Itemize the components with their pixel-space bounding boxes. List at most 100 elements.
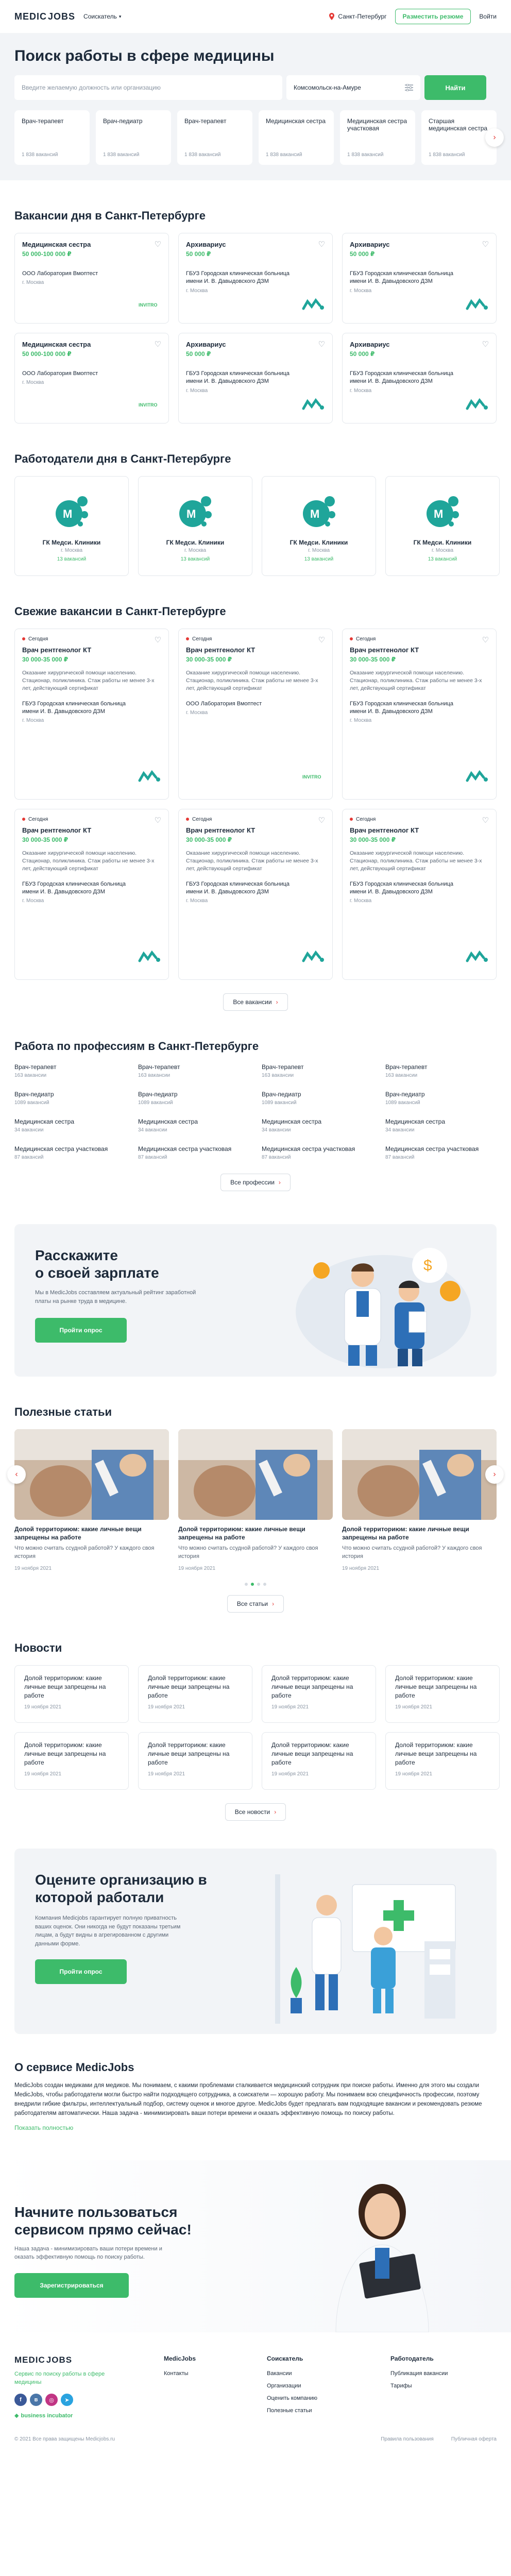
all-vacancies-button[interactable]: Все вакансии › [223, 993, 288, 1011]
carousel-dot[interactable] [245, 1583, 248, 1586]
location-input[interactable]: Комсомольск-на-Амуре [286, 75, 420, 100]
news-card[interactable]: Долой территориюм: какие личные вещи зап… [138, 1732, 252, 1790]
vacancy-card[interactable]: Архивариус 50 000 ₽ ГБУЗ Городская клиниче… [342, 333, 497, 423]
vacancy-card[interactable]: Архивариус 50 000 ₽ ГБУЗ Городская клиниче… [178, 233, 333, 324]
footer-link-rate[interactable]: Оценить компанию [267, 2395, 370, 2401]
vacancy-card[interactable]: Сегодня Врач рентгенолог КТ 30 000-35 000 … [342, 809, 497, 980]
profession-link[interactable]: Врач-терапевт 163 вакансии [138, 1063, 252, 1078]
carousel-dot[interactable] [251, 1583, 254, 1586]
take-survey-button[interactable]: Пройти опрос [35, 1318, 127, 1343]
all-professions-button[interactable]: Все профессии › [220, 1174, 291, 1191]
login-link[interactable]: Войти [479, 13, 497, 20]
news-card[interactable]: Долой территориюм: какие личные вещи зап… [262, 1732, 376, 1790]
article-card[interactable]: Долой территориюм: какие личные вещи зап… [342, 1429, 497, 1571]
carousel-next-button[interactable]: › [485, 1465, 504, 1484]
news-card[interactable]: Долой территориюм: какие личные вещи зап… [138, 1665, 252, 1723]
show-more-link[interactable]: Показать полностью [14, 2124, 73, 2131]
vacancy-card[interactable]: Сегодня Врач рентгенолог КТ 30 000-35 000 … [178, 809, 333, 980]
vk-icon[interactable]: в [30, 2394, 42, 2406]
news-card[interactable]: Долой территориюм: какие личные вещи зап… [14, 1665, 129, 1723]
heart-icon[interactable]: ♡ [318, 635, 325, 645]
footer-link-articles[interactable]: Полезные статьи [267, 2408, 370, 2414]
heart-icon[interactable]: ♡ [482, 340, 489, 349]
profession-link[interactable]: Врач-педиатр 1089 вакансий [262, 1091, 376, 1106]
employer-vacancy-count[interactable]: 13 вакансий [139, 556, 252, 562]
article-card[interactable]: Долой территориюм: какие личные вещи зап… [178, 1429, 333, 1571]
footer-link-vacancies[interactable]: Вакансии [267, 2370, 370, 2377]
news-card[interactable]: Долой территориюм: какие личные вещи зап… [262, 1665, 376, 1723]
profession-link[interactable]: Медицинская сестра участковая 87 вакансий [138, 1145, 252, 1160]
vacancy-card[interactable]: Сегодня Врач рентгенолог КТ 30 000-35 000 … [342, 629, 497, 800]
profession-link[interactable]: Медицинская сестра 34 вакансии [14, 1118, 129, 1133]
category-card[interactable]: Врач-терапевт 1 838 вакансий [14, 110, 90, 165]
news-card[interactable]: Долой территориюм: какие личные вещи зап… [385, 1732, 500, 1790]
vacancy-card[interactable]: Медицинская сестра 50 000-100 000 ₽ ООО Ла… [14, 333, 169, 423]
logo[interactable]: MEDIC JOBS [14, 11, 75, 22]
employer-card[interactable]: M ГК Медси. Клиники г. Москва 13 вакансий [14, 476, 129, 576]
employer-card[interactable]: M ГК Медси. Клиники г. Москва 13 вакансий [138, 476, 252, 576]
employer-vacancy-count[interactable]: 13 вакансий [15, 556, 128, 562]
heart-icon[interactable]: ♡ [155, 816, 161, 825]
heart-icon[interactable]: ♡ [482, 240, 489, 249]
profession-link[interactable]: Врач-педиатр 1089 вакансий [14, 1091, 129, 1106]
heart-icon[interactable]: ♡ [482, 816, 489, 825]
heart-icon[interactable]: ♡ [155, 340, 161, 349]
profession-link[interactable]: Медицинская сестра участковая 87 вакансий [262, 1145, 376, 1160]
telegram-icon[interactable]: ➤ [61, 2394, 73, 2406]
footer-link-pricing[interactable]: Тарифы [390, 2383, 483, 2389]
vacancy-card[interactable]: Архивариус 50 000 ₽ ГБУЗ Городская клиниче… [178, 333, 333, 423]
profession-link[interactable]: Врач-терапевт 163 вакансии [262, 1063, 376, 1078]
offer-link[interactable]: Публичная оферта [451, 2436, 497, 2442]
profession-link[interactable]: Врач-педиатр 1089 вакансий [385, 1091, 500, 1106]
profession-link[interactable]: Медицинская сестра 34 вакансии [385, 1118, 500, 1133]
employer-vacancy-count[interactable]: 13 вакансий [386, 556, 499, 562]
carousel-next-button[interactable]: › [485, 128, 504, 147]
terms-link[interactable]: Правила пользования [381, 2436, 434, 2442]
category-card[interactable]: Врач-педиатр 1 838 вакансий [96, 110, 171, 165]
footer-link-post-vacancy[interactable]: Публикация вакансии [390, 2370, 483, 2377]
carousel-dot[interactable] [263, 1583, 266, 1586]
carousel-dot[interactable] [257, 1583, 260, 1586]
take-survey-button[interactable]: Пройти опрос [35, 1959, 127, 1985]
find-button[interactable]: Найти [424, 75, 486, 100]
carousel-prev-button[interactable]: ‹ [7, 1465, 26, 1484]
vacancy-card[interactable]: Медицинская сестра 50 000-100 000 ₽ ООО Ла… [14, 233, 169, 324]
search-input[interactable]: Введите желаемую должность или организац… [14, 75, 282, 100]
profession-link[interactable]: Медицинская сестра 34 вакансии [138, 1118, 252, 1133]
heart-icon[interactable]: ♡ [155, 635, 161, 645]
employer-vacancy-count[interactable]: 13 вакансий [262, 556, 376, 562]
heart-icon[interactable]: ♡ [318, 340, 325, 349]
vacancy-card[interactable]: Сегодня Врач рентгенолог КТ 30 000-35 000 … [14, 629, 169, 800]
post-resume-button[interactable]: Разместить резюме [395, 9, 471, 24]
employer-card[interactable]: M ГК Медси. Клиники г. Москва 13 вакансий [385, 476, 500, 576]
vacancy-card[interactable]: Сегодня Врач рентгенолог КТ 30 000-35 000 … [14, 809, 169, 980]
instagram-icon[interactable]: ◎ [45, 2394, 58, 2406]
footer-logo[interactable]: MEDIC JOBS [14, 2355, 143, 2365]
news-card[interactable]: Долой территориюм: какие личные вещи зап… [14, 1732, 129, 1790]
profession-link[interactable]: Врач-терапевт 163 вакансии [385, 1063, 500, 1078]
news-card[interactable]: Долой территориюм: какие личные вещи зап… [385, 1665, 500, 1723]
category-card[interactable]: Медицинская сестра 1 838 вакансий [259, 110, 334, 165]
category-card[interactable]: Врач-терапевт 1 838 вакансий [177, 110, 252, 165]
profession-link[interactable]: Врач-терапевт 163 вакансии [14, 1063, 129, 1078]
profession-link[interactable]: Медицинская сестра 34 вакансии [262, 1118, 376, 1133]
heart-icon[interactable]: ♡ [318, 816, 325, 825]
facebook-icon[interactable]: f [14, 2394, 27, 2406]
vacancy-card[interactable]: Архивариус 50 000 ₽ ГБУЗ Городская клиниче… [342, 233, 497, 324]
footer-link-contacts[interactable]: Контакты [164, 2370, 246, 2377]
profession-link[interactable]: Медицинская сестра участковая 87 вакансий [385, 1145, 500, 1160]
register-button[interactable]: Зарегистрироваться [14, 2273, 129, 2298]
all-articles-button[interactable]: Все статьи › [227, 1595, 284, 1613]
employer-card[interactable]: M ГК Медси. Клиники г. Москва 13 вакансий [262, 476, 376, 576]
profession-link[interactable]: Врач-педиатр 1089 вакансий [138, 1091, 252, 1106]
profession-link[interactable]: Медицинская сестра участковая 87 вакансий [14, 1145, 129, 1160]
heart-icon[interactable]: ♡ [318, 240, 325, 249]
article-card[interactable]: Долой территориюм: какие личные вещи зап… [14, 1429, 169, 1571]
heart-icon[interactable]: ♡ [482, 635, 489, 645]
vacancy-card[interactable]: Сегодня Врач рентгенолог КТ 30 000-35 000 … [178, 629, 333, 800]
category-card[interactable]: Медицинская сестра участковая 1 838 вакан… [340, 110, 415, 165]
all-news-button[interactable]: Все новости › [225, 1803, 286, 1821]
heart-icon[interactable]: ♡ [155, 240, 161, 249]
role-switcher[interactable]: Соискатель ▾ [83, 13, 121, 20]
city-selector[interactable]: Санкт-Петербург [329, 13, 387, 20]
